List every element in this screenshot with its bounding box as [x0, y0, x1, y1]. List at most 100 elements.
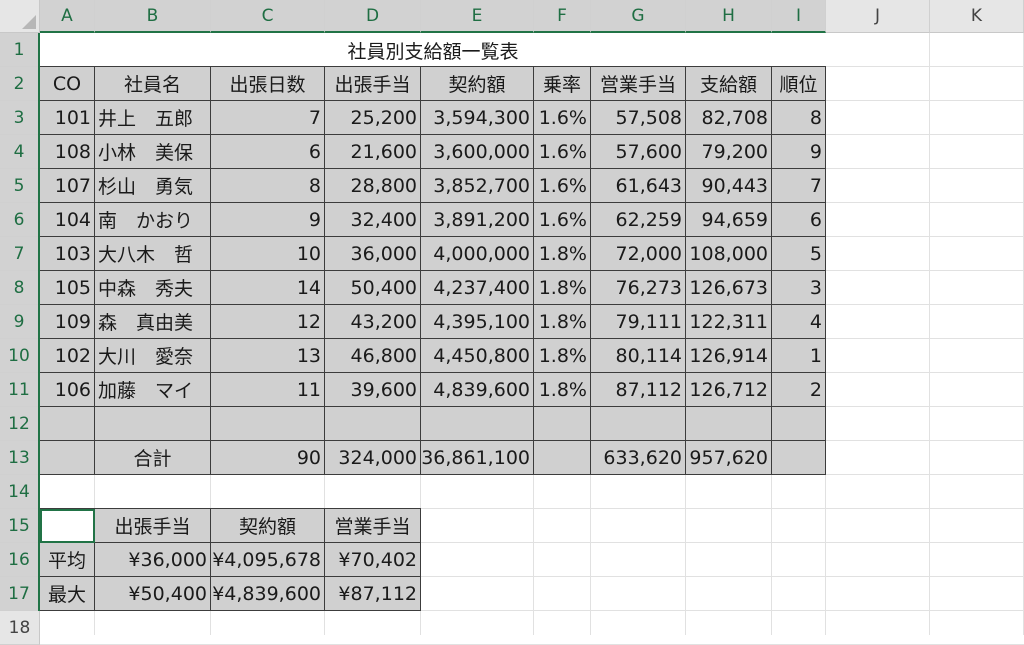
data-cell[interactable]: 小林 美保 — [95, 135, 211, 169]
data-cell[interactable]: 12 — [211, 305, 325, 339]
data-cell[interactable]: 57,600 — [591, 135, 686, 169]
data-cell[interactable]: 50,400 — [325, 271, 421, 305]
header-cell[interactable]: 支給額 — [686, 67, 772, 101]
row-header-7[interactable]: 7 — [0, 237, 40, 271]
row-header-1[interactable]: 1 — [0, 33, 40, 67]
data-cell[interactable]: 80,114 — [591, 339, 686, 373]
total-contract[interactable]: 36,861,100 — [421, 441, 534, 475]
row-header-4[interactable]: 4 — [0, 135, 40, 169]
column-header-a[interactable]: A — [40, 0, 95, 33]
summary-value-cell[interactable]: ¥4,095,678 — [211, 543, 325, 577]
data-cell[interactable]: 76,273 — [591, 271, 686, 305]
summary-row-label[interactable]: 平均 — [40, 543, 95, 577]
data-cell[interactable]: 1.6% — [534, 101, 591, 135]
data-cell[interactable]: 1.8% — [534, 305, 591, 339]
data-cell[interactable]: 94,659 — [686, 203, 772, 237]
row-header-2[interactable]: 2 — [0, 67, 40, 101]
data-cell[interactable]: 4,839,600 — [421, 373, 534, 407]
data-cell[interactable]: 10 — [211, 237, 325, 271]
data-cell[interactable]: 72,000 — [591, 237, 686, 271]
row-header-16[interactable]: 16 — [0, 543, 40, 577]
column-header-b[interactable]: B — [95, 0, 211, 33]
data-cell[interactable]: 126,914 — [686, 339, 772, 373]
empty-cell[interactable] — [95, 407, 211, 441]
summary-value-cell[interactable]: ¥70,402 — [325, 543, 421, 577]
total-payment[interactable]: 957,620 — [686, 441, 772, 475]
data-cell[interactable]: 108 — [40, 135, 95, 169]
header-cell[interactable]: 順位 — [772, 67, 826, 101]
data-cell[interactable]: 101 — [40, 101, 95, 135]
data-cell[interactable]: 7 — [772, 169, 826, 203]
data-cell[interactable]: 102 — [40, 339, 95, 373]
data-cell[interactable]: 4,000,000 — [421, 237, 534, 271]
data-cell[interactable]: 82,708 — [686, 101, 772, 135]
data-cell[interactable]: 2 — [772, 373, 826, 407]
data-cell[interactable]: 1.8% — [534, 339, 591, 373]
total-sales-allowance[interactable]: 633,620 — [591, 441, 686, 475]
row-header-6[interactable]: 6 — [0, 203, 40, 237]
data-cell[interactable]: 杉山 勇気 — [95, 169, 211, 203]
data-cell[interactable]: 105 — [40, 271, 95, 305]
data-cell[interactable]: 大八木 哲 — [95, 237, 211, 271]
empty-cell[interactable] — [772, 407, 826, 441]
summary-value-cell[interactable]: ¥36,000 — [95, 543, 211, 577]
data-cell[interactable]: 103 — [40, 237, 95, 271]
data-cell[interactable]: 36,000 — [325, 237, 421, 271]
row-header-11[interactable]: 11 — [0, 373, 40, 407]
row-header-18[interactable]: 18 — [0, 611, 40, 645]
data-cell[interactable]: 1.8% — [534, 373, 591, 407]
data-cell[interactable]: 25,200 — [325, 101, 421, 135]
data-cell[interactable]: 87,112 — [591, 373, 686, 407]
header-cell[interactable]: 出張手当 — [325, 67, 421, 101]
spreadsheet[interactable]: A B C D E F G H I J K 1 2 3 4 5 6 7 8 9 10 11 12 13 14 15 16 17 18 社員… — [0, 0, 1024, 645]
row-header-3[interactable]: 3 — [0, 101, 40, 135]
data-cell[interactable]: 108,000 — [686, 237, 772, 271]
summary-header-cell[interactable]: 契約額 — [211, 509, 325, 543]
data-cell[interactable]: 62,259 — [591, 203, 686, 237]
column-header-j[interactable]: J — [826, 0, 930, 33]
empty-cell[interactable] — [211, 407, 325, 441]
data-cell[interactable]: 4,395,100 — [421, 305, 534, 339]
data-cell[interactable]: 79,200 — [686, 135, 772, 169]
data-cell[interactable]: 4,237,400 — [421, 271, 534, 305]
data-cell[interactable]: 5 — [772, 237, 826, 271]
column-header-i[interactable]: I — [772, 0, 826, 33]
data-cell[interactable]: 107 — [40, 169, 95, 203]
data-cell[interactable]: 14 — [211, 271, 325, 305]
empty-cell[interactable] — [40, 441, 95, 475]
column-header-h[interactable]: H — [686, 0, 772, 33]
data-cell[interactable]: 109 — [40, 305, 95, 339]
data-cell[interactable]: 39,600 — [325, 373, 421, 407]
data-cell[interactable]: 1.6% — [534, 203, 591, 237]
header-cell[interactable]: CO — [40, 67, 95, 101]
data-cell[interactable]: 106 — [40, 373, 95, 407]
summary-row-label[interactable]: 最大 — [40, 577, 95, 611]
empty-cell[interactable] — [421, 407, 534, 441]
data-cell[interactable]: 79,111 — [591, 305, 686, 339]
active-cell-a15[interactable] — [40, 509, 95, 543]
row-header-12[interactable]: 12 — [0, 407, 40, 441]
data-cell[interactable]: 南 かおり — [95, 203, 211, 237]
total-label[interactable]: 合計 — [95, 441, 211, 475]
empty-cell[interactable] — [772, 441, 826, 475]
data-cell[interactable]: 3,594,300 — [421, 101, 534, 135]
data-cell[interactable]: 1.8% — [534, 237, 591, 271]
data-cell[interactable]: 森 真由美 — [95, 305, 211, 339]
empty-cell[interactable] — [591, 407, 686, 441]
summary-value-cell[interactable]: ¥50,400 — [95, 577, 211, 611]
data-cell[interactable]: 46,800 — [325, 339, 421, 373]
header-cell[interactable]: 営業手当 — [591, 67, 686, 101]
data-cell[interactable]: 加藤 マイ — [95, 373, 211, 407]
column-header-c[interactable]: C — [211, 0, 325, 33]
data-cell[interactable]: 6 — [211, 135, 325, 169]
column-header-e[interactable]: E — [421, 0, 534, 33]
total-travel-allowance[interactable]: 324,000 — [325, 441, 421, 475]
header-cell[interactable]: 出張日数 — [211, 67, 325, 101]
summary-header-cell[interactable]: 営業手当 — [325, 509, 421, 543]
row-header-13[interactable]: 13 — [0, 441, 40, 475]
row-header-17[interactable]: 17 — [0, 577, 40, 611]
row-header-8[interactable]: 8 — [0, 271, 40, 305]
data-cell[interactable]: 3,852,700 — [421, 169, 534, 203]
data-cell[interactable]: 28,800 — [325, 169, 421, 203]
data-cell[interactable]: 4 — [772, 305, 826, 339]
